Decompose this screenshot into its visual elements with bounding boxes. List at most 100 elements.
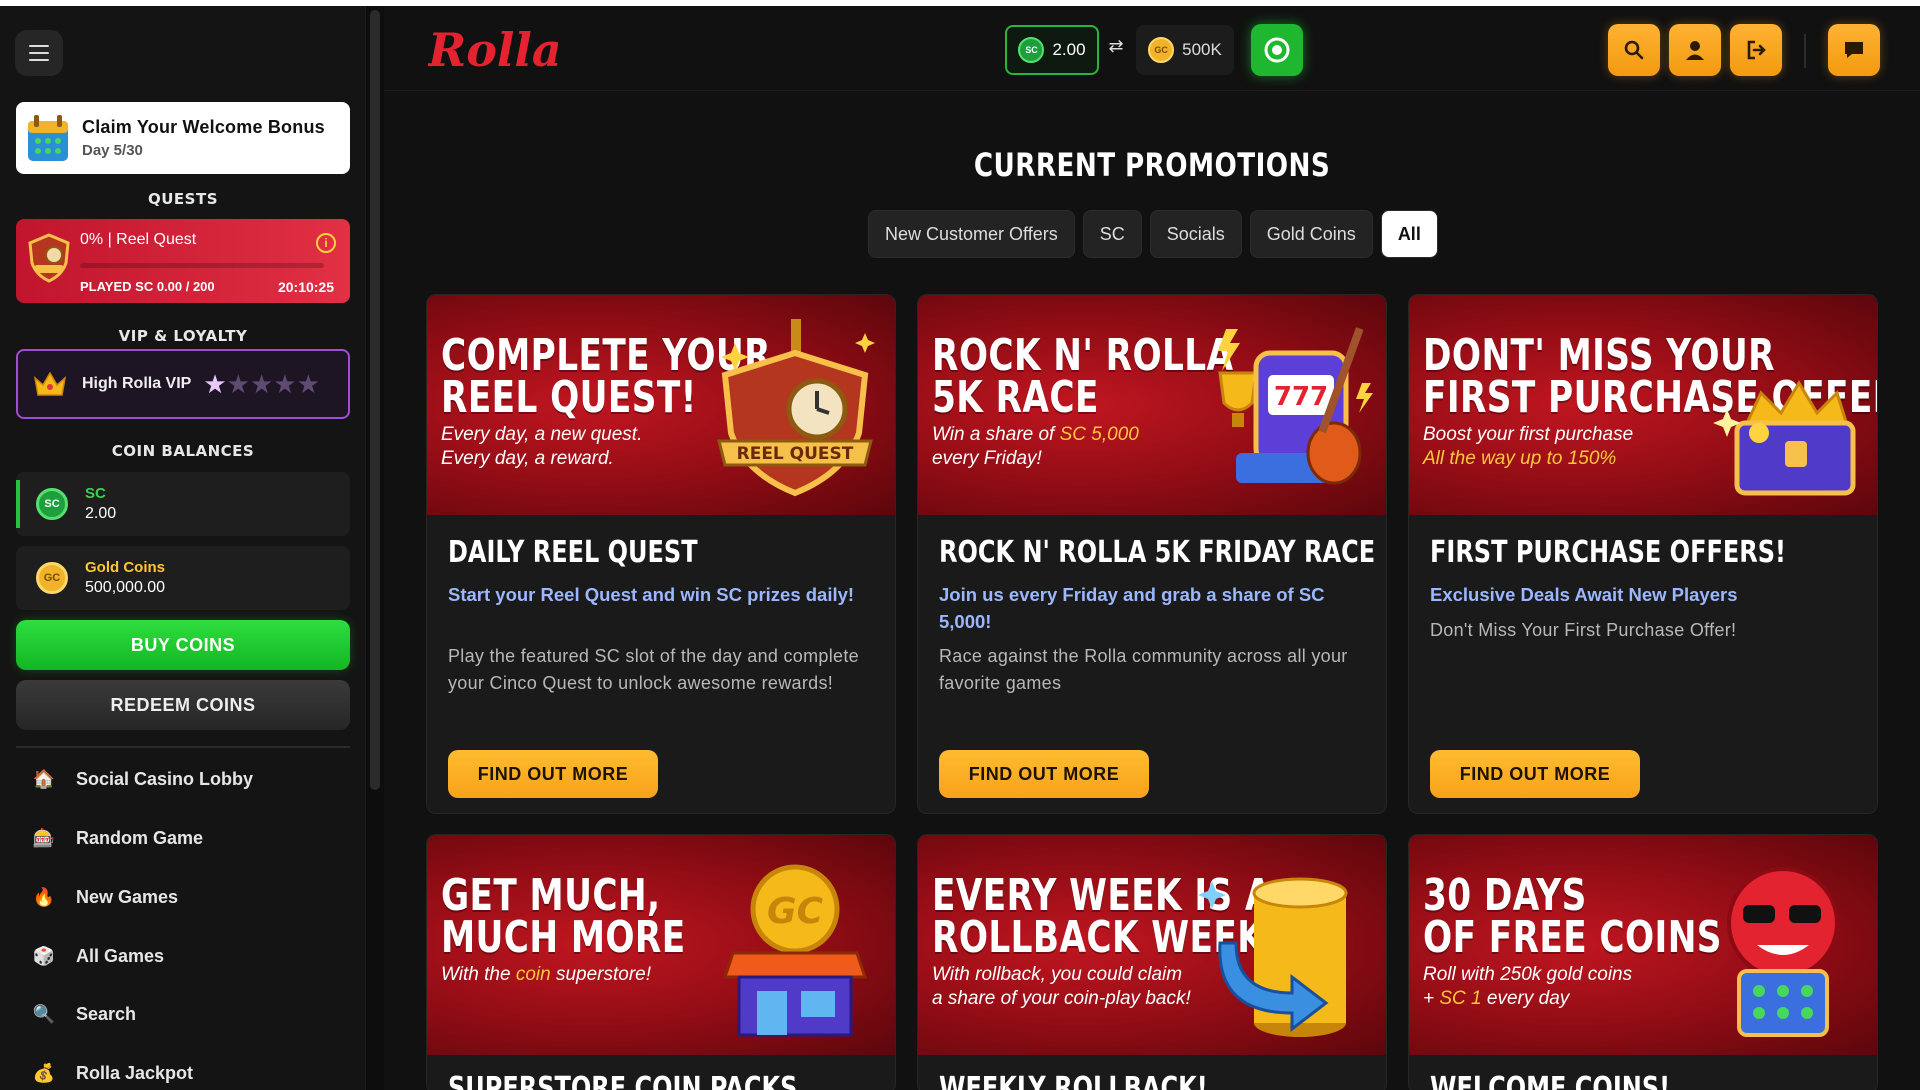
find-out-more-button[interactable]: FIND OUT MORE: [1430, 750, 1640, 798]
promo-banner[interactable]: ROCK N' ROLLA 5K RACE Win a share of SC 5…: [918, 295, 1386, 515]
banner-heading: ROCK N' ROLLA 5K RACE: [932, 330, 1234, 423]
sidebar-item-label: Search: [76, 1003, 137, 1024]
logout-icon: [1747, 40, 1766, 60]
info-icon[interactable]: i: [316, 233, 336, 253]
promo-title: WEEKLY ROLLBACK!: [939, 1071, 1208, 1090]
coin-balances-heading: COIN BALANCES: [111, 442, 255, 460]
dice-icon: 🎲: [32, 945, 56, 966]
buy-coins-button[interactable]: BUY COINS: [16, 620, 350, 670]
filter-sc[interactable]: SC: [1082, 210, 1142, 258]
promo-banner[interactable]: DONT' MISS YOUR FIRST PURCHASE OFFER Boos…: [1409, 295, 1877, 515]
quest-title: 0% | Reel Quest: [80, 231, 197, 248]
sidebar-item-label: Rolla Jackpot: [76, 1062, 194, 1083]
banner-heading: 30 DAYS OF FREE COINS: [1423, 870, 1722, 963]
filter-all[interactable]: All: [1380, 210, 1438, 258]
header-gc-value: 500K: [1182, 40, 1222, 59]
promo-card-5k-race: ROCK N' ROLLA 5K RACE Win a share of SC 5…: [917, 294, 1387, 814]
promo-banner[interactable]: GET MUCH, MUCH MORE With the coin superst…: [427, 835, 895, 1055]
sidebar-item-label: Social Casino Lobby: [76, 768, 254, 789]
welcome-bonus-card[interactable]: Claim Your Welcome Bonus Day 5/30: [16, 102, 350, 174]
sidebar-item-social-casino-lobby[interactable]: 🏠 Social Casino Lobby: [32, 759, 352, 799]
promo-description: Play the featured SC slot of the day and…: [448, 646, 859, 693]
promo-banner[interactable]: COMPLETE YOUR REEL QUEST! Every day, a ne…: [427, 295, 895, 515]
sidebar-item-search[interactable]: 🔍 Search: [32, 994, 352, 1034]
promo-card-superstore: GET MUCH, MUCH MORE With the coin superst…: [426, 834, 896, 1090]
star-icon: ★: [296, 368, 320, 399]
promo-title: ROCK N' ROLLA 5K FRIDAY RACE: [939, 535, 1376, 570]
welcome-bonus-day: Day 5/30: [82, 142, 143, 159]
coin-stack-rollback-icon: [1198, 877, 1348, 1037]
logo-icon: Rolla: [426, 23, 562, 77]
hamburger-icon: [29, 45, 49, 47]
swap-currency-icon[interactable]: ⇄: [1104, 36, 1128, 60]
star-icon: ★: [249, 368, 274, 399]
sidebar-item-new-games[interactable]: 🔥 New Games: [32, 877, 352, 917]
redeem-coins-button[interactable]: REDEEM COINS: [16, 680, 350, 730]
gc-balance-card[interactable]: GC Gold Coins 500,000.00: [16, 546, 350, 610]
vip-card[interactable]: High Rolla VIP ★★★★★: [16, 349, 350, 419]
sidebar-item-rolla-jackpot[interactable]: 💰 Rolla Jackpot: [32, 1053, 352, 1090]
gc-balance-name: Gold Coins: [85, 559, 165, 576]
flame-icon: 🔥: [32, 886, 56, 907]
divider: [16, 746, 350, 748]
promo-card-rollback: EVERY WEEK IS A ROLLBACK WEEK With rollba…: [917, 834, 1387, 1090]
promo-subtitle: Exclusive Deals Await New Players: [1430, 584, 1738, 605]
svg-text:777: 777: [1274, 382, 1328, 412]
promo-description: Race against the Rolla community across …: [939, 646, 1348, 693]
promo-card-daily-reel-quest: COMPLETE YOUR REEL QUEST! Every day, a ne…: [426, 294, 896, 814]
quest-timer: 20:10:25: [277, 279, 334, 295]
sidebar-scrollbar[interactable]: [366, 6, 384, 1090]
coin-wallet-icon: [1264, 37, 1290, 63]
treasure-chest-crown-icon: [1713, 380, 1856, 496]
profile-button[interactable]: [1669, 24, 1721, 76]
scrollbar-thumb[interactable]: [370, 10, 380, 790]
banner-subtext: With the coin superstore!: [441, 964, 651, 985]
house-icon: 🏠: [32, 768, 56, 789]
sidebar-item-random-game[interactable]: 🎰 Random Game: [32, 818, 352, 858]
chat-icon: [1845, 42, 1863, 58]
vip-heading: VIP & LOYALTY: [118, 327, 248, 345]
promo-banner[interactable]: 30 DAYS OF FREE COINS Roll with 250k gold…: [1409, 835, 1877, 1055]
promo-title: WELCOME COINS!: [1430, 1071, 1671, 1090]
reel-quest-shield-icon: REEL QUEST: [717, 319, 875, 497]
reel-quest-card[interactable]: 0% | Reel Quest i PLAYED SC 0.00 / 200 2…: [16, 219, 350, 303]
promo-card-welcome-coins: 30 DAYS OF FREE COINS Roll with 250k gold…: [1408, 834, 1878, 1090]
find-out-more-button[interactable]: FIND OUT MORE: [448, 750, 658, 798]
sc-coin-icon: SC: [1018, 37, 1045, 63]
calendar-icon: [28, 115, 68, 161]
sc-balance-value: 2.00: [85, 505, 117, 522]
header-gc-balance[interactable]: GC 500K: [1136, 25, 1234, 75]
header-sc-value: 2.00: [1052, 40, 1086, 59]
rolla-logo[interactable]: Rolla: [426, 20, 562, 80]
promo-card-first-purchase: DONT' MISS YOUR FIRST PURCHASE OFFER Boos…: [1408, 294, 1878, 814]
header-sc-balance[interactable]: SC 2.00: [1005, 25, 1099, 75]
sidebar-item-all-games[interactable]: 🎲 All Games: [32, 936, 352, 976]
filter-socials[interactable]: Socials: [1149, 210, 1242, 258]
star-icon: ★: [226, 368, 250, 399]
vip-level-label: High Rolla VIP: [82, 375, 192, 392]
sidebar-item-label: Random Game: [76, 827, 204, 848]
promo-banner[interactable]: EVERY WEEK IS A ROLLBACK WEEK With rollba…: [918, 835, 1386, 1055]
filter-gold-coins[interactable]: Gold Coins: [1249, 210, 1373, 258]
find-out-more-button[interactable]: FIND OUT MORE: [939, 750, 1149, 798]
search-button[interactable]: [1608, 24, 1660, 76]
welcome-bonus-title: Claim Your Welcome Bonus: [82, 117, 325, 137]
main-content: Rolla SC 2.00 ⇄ GC 500K CURRENT PROMOTIO…: [384, 6, 1920, 1090]
logout-button[interactable]: [1730, 24, 1782, 76]
hamburger-menu-button[interactable]: [15, 30, 63, 76]
sidebar-item-label: New Games: [76, 886, 179, 907]
promo-title: FIRST PURCHASE OFFERS!: [1430, 535, 1786, 570]
chat-button[interactable]: [1828, 24, 1880, 76]
wallet-button[interactable]: [1251, 24, 1303, 76]
app: Claim Your Welcome Bonus Day 5/30 QUESTS…: [0, 6, 1920, 1090]
user-icon: [1686, 41, 1704, 60]
filter-new-customer-offers[interactable]: New Customer Offers: [868, 210, 1075, 258]
promo-subtitle: Join us every Friday and grab a share of…: [939, 584, 1325, 632]
page-title: CURRENT PROMOTIONS: [973, 146, 1331, 184]
vip-stars: ★★★★★: [203, 369, 320, 400]
money-bag-icon: 💰: [32, 1062, 56, 1083]
quests-heading: QUESTS: [147, 190, 219, 208]
sc-balance-card[interactable]: SC SC 2.00: [16, 472, 350, 536]
sidebar-item-label: All Games: [76, 945, 165, 966]
svg-text:Rolla: Rolla: [428, 23, 558, 77]
